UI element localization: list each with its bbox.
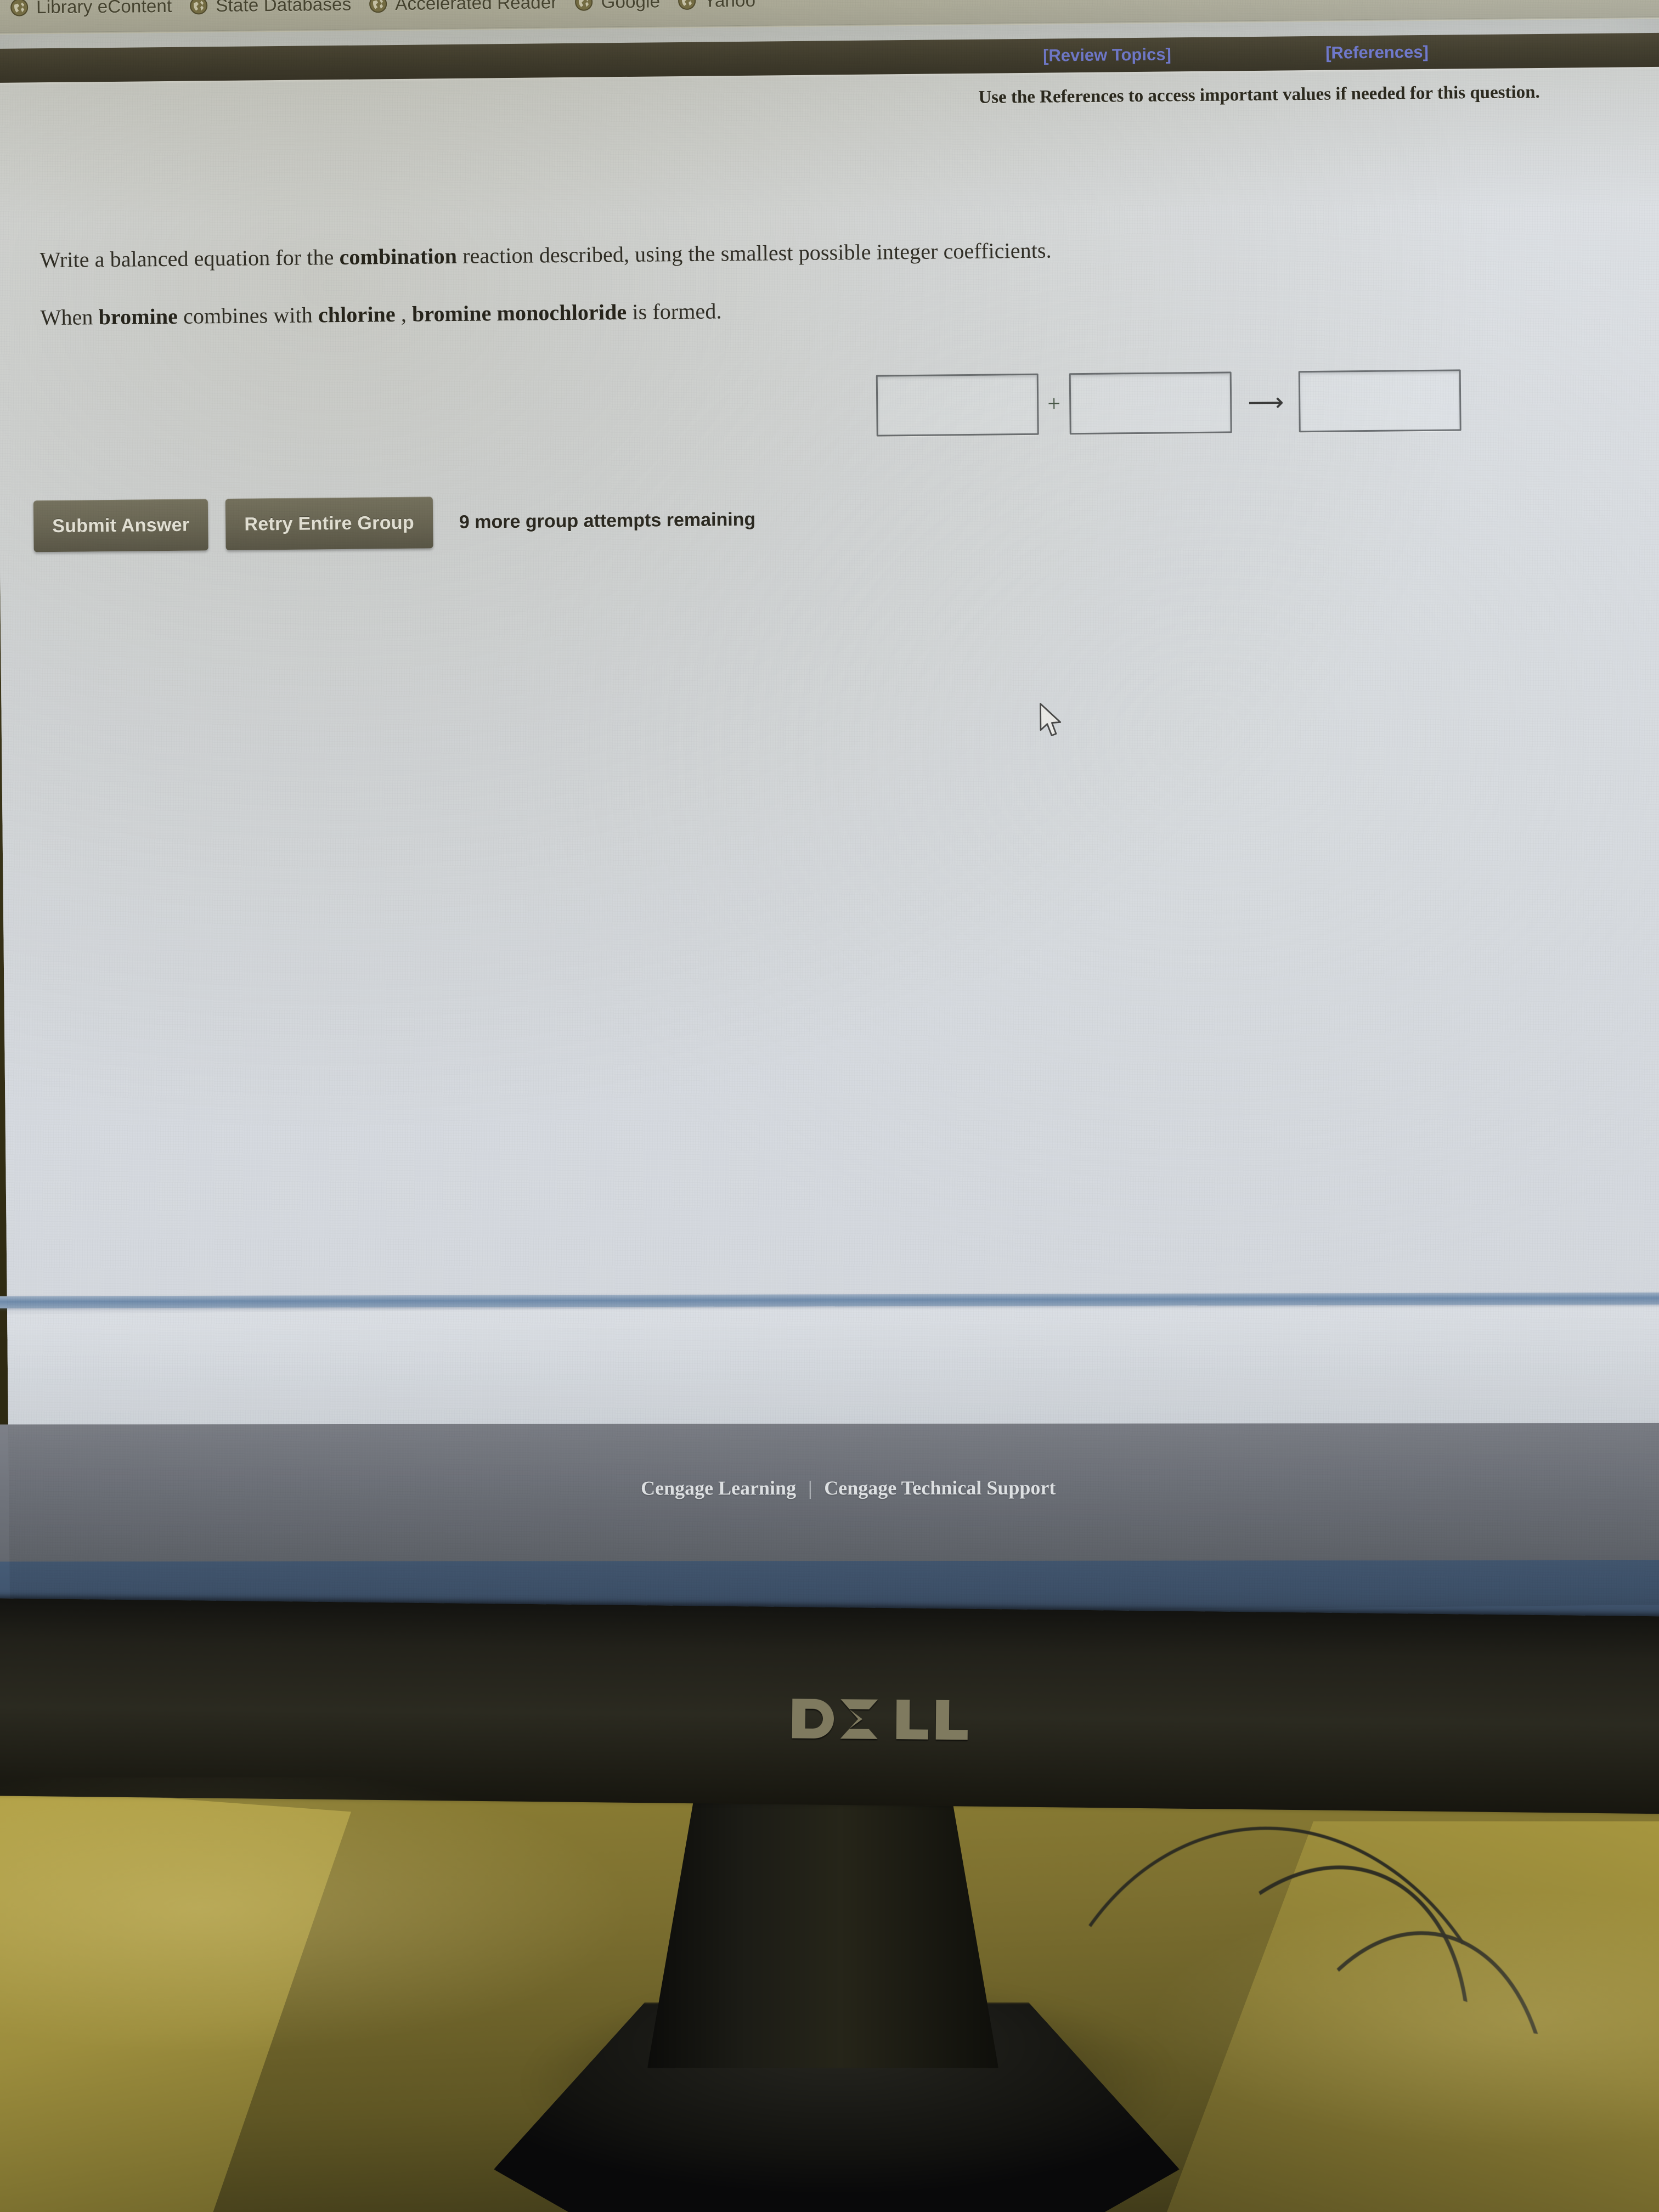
- footer-separator: |: [808, 1477, 812, 1499]
- bookmark-label: State Databases: [216, 0, 352, 15]
- monitor-screen-area: Library eContent State Databases Acceler…: [0, 0, 1659, 1636]
- globe-icon: [369, 0, 387, 13]
- bookmark-label: Accelerated Reader: [395, 0, 557, 14]
- browser-bookmarks-bar: Library eContent State Databases Acceler…: [0, 0, 1659, 33]
- monitor-stand-neck: [647, 1783, 998, 2068]
- statement-mid: combines with: [177, 302, 319, 329]
- dell-logo: [790, 1692, 988, 1746]
- product-name: bromine monochloride: [411, 299, 627, 326]
- statement-suffix: is formed.: [627, 298, 722, 324]
- page-footer: Cengage Learning | Cengage Technical Sup…: [0, 1423, 1659, 1562]
- action-button-row: Submit Answer Retry Entire Group 9 more …: [33, 494, 756, 552]
- reactant1-input[interactable]: [876, 373, 1039, 437]
- arrow-cursor-icon: [1038, 702, 1067, 741]
- product-input[interactable]: [1298, 369, 1462, 433]
- assignment-toolbar-links: [Review Topics] [References]: [939, 33, 1659, 74]
- lcd-screen: Library eContent State Databases Acceler…: [0, 0, 1659, 1636]
- equation-input-row: + ⟶: [876, 369, 1462, 437]
- question-prompt: Write a balanced equation for the combin…: [40, 238, 1052, 273]
- bookmark-yahoo[interactable]: Yahoo: [674, 0, 770, 17]
- reaction-arrow-icon: ⟶: [1247, 388, 1283, 417]
- page-lower-whitespace: [7, 1298, 1659, 1442]
- bookmark-accelerated-reader[interactable]: Accelerated Reader: [365, 0, 572, 20]
- retry-entire-group-button[interactable]: Retry Entire Group: [225, 496, 433, 550]
- bookmark-label: Google: [601, 0, 661, 12]
- attempts-remaining-text: 9 more group attempts remaining: [459, 509, 756, 533]
- reactant-a-name: bromine: [98, 303, 178, 330]
- footer-links: Cengage Learning | Cengage Technical Sup…: [641, 1476, 1056, 1500]
- question-page: Use the References to access important v…: [0, 66, 1659, 1400]
- globe-icon: [678, 0, 696, 10]
- bookmark-library-econtent[interactable]: Library eContent: [7, 0, 187, 23]
- submit-answer-button[interactable]: Submit Answer: [33, 499, 208, 552]
- globe-icon: [189, 0, 208, 15]
- prompt-text-1: Write a balanced equation for the: [40, 244, 340, 273]
- reactant2-input[interactable]: [1069, 371, 1232, 435]
- globe-icon: [574, 0, 593, 11]
- prompt-text-2: reaction described, using the smallest p…: [456, 238, 1052, 268]
- bookmark-state-databases[interactable]: State Databases: [186, 0, 366, 21]
- statement-comma: ,: [395, 301, 413, 327]
- prompt-emphasis: combination: [339, 243, 458, 269]
- statement-prefix: When: [40, 304, 99, 330]
- bookmark-label: Yahoo: [704, 0, 756, 11]
- question-statement: When bromine combines with chlorine , br…: [40, 298, 721, 330]
- photo-of-monitor-scene: Library eContent State Databases Acceler…: [0, 0, 1659, 2212]
- references-note: Use the References to access important v…: [978, 82, 1540, 108]
- plus-sign: +: [1047, 391, 1061, 417]
- cengage-learning-link[interactable]: Cengage Learning: [641, 1476, 796, 1499]
- globe-icon: [10, 0, 29, 16]
- review-topics-link[interactable]: [Review Topics]: [1043, 44, 1171, 65]
- cengage-technical-support-link[interactable]: Cengage Technical Support: [824, 1476, 1056, 1499]
- bookmark-google[interactable]: Google: [571, 0, 674, 18]
- references-link[interactable]: [References]: [1325, 42, 1429, 63]
- bookmark-label: Library eContent: [36, 0, 172, 17]
- reactant-b-name: chlorine: [318, 302, 396, 328]
